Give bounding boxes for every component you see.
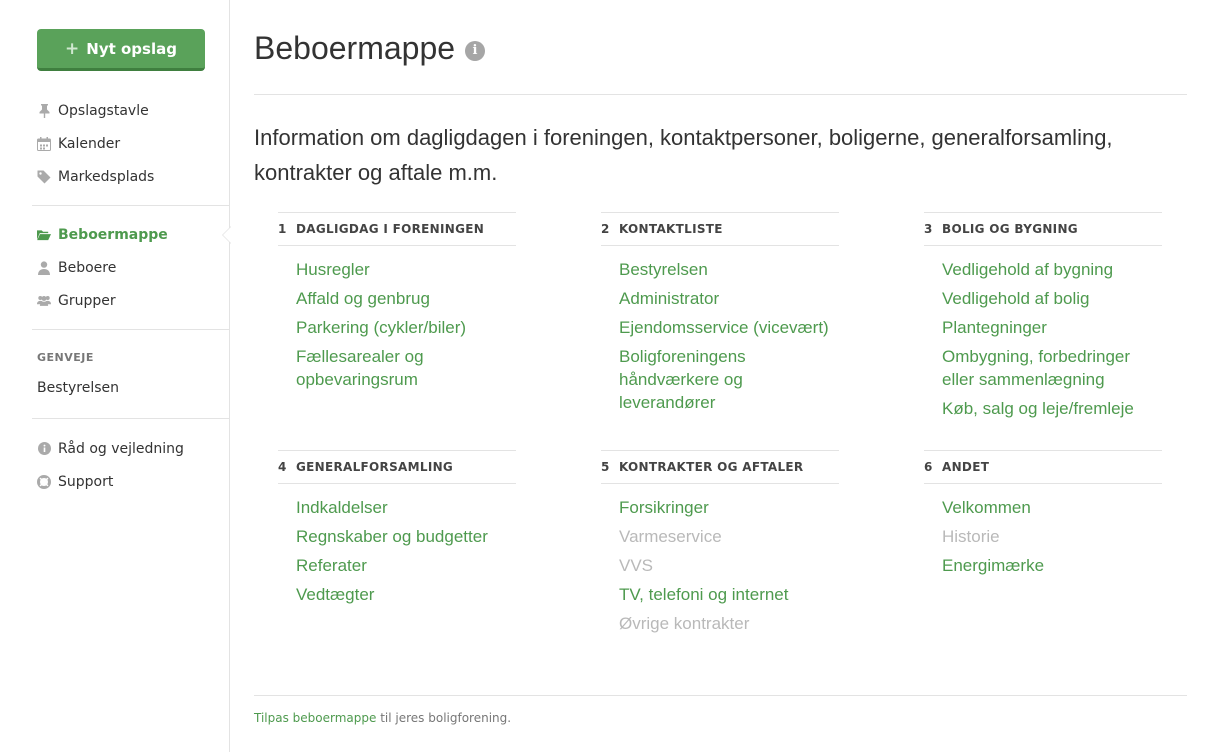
shortcuts-heading: GENVEJE: [37, 351, 94, 364]
section-heading: 2 KONTAKTLISTE: [601, 212, 839, 246]
section-links: Vedligehold af bygning Vedligehold af bol…: [924, 246, 1162, 420]
footer: Tilpas beboermappe til jeres boligforeni…: [254, 711, 511, 725]
section-title: ANDET: [942, 460, 990, 474]
folder-link[interactable]: Forsikringer: [619, 496, 839, 519]
sidebar-item-opslagstavle[interactable]: Opslagstavle: [0, 94, 230, 127]
folder-link: Øvrige kontrakter: [619, 614, 750, 633]
customize-link[interactable]: Tilpas beboermappe: [254, 711, 376, 725]
section-links: Husregler Affald og genbrug Parkering (cyk…: [278, 246, 516, 391]
calendar-icon: [37, 136, 51, 151]
section-2: 2 KONTAKTLISTE Bestyrelsen Administrator Eje…: [601, 212, 839, 420]
section-title: BOLIG OG BYGNING: [942, 222, 1078, 236]
shortcut-bestyrelsen[interactable]: Bestyrelsen: [37, 380, 119, 396]
section-links: Bestyrelsen Administrator Ejendomsservice …: [601, 246, 839, 414]
sidebar-item-grupper[interactable]: Grupper: [0, 284, 230, 317]
section-links: Indkaldelser Regnskaber og budgetter Refer…: [278, 484, 516, 606]
sidebar-item-kalender[interactable]: Kalender: [0, 127, 230, 160]
section-links: Forsikringer Varmeservice VVS TV, telefoni …: [601, 484, 839, 635]
plus-icon: +: [65, 38, 80, 59]
tag-icon: [37, 170, 51, 184]
title-divider: [254, 94, 1187, 95]
folder-link[interactable]: Administrator: [619, 287, 839, 310]
folder-link[interactable]: Plantegninger: [942, 316, 1162, 339]
sidebar-divider: [32, 418, 230, 419]
folder-link[interactable]: Energimærke: [942, 554, 1162, 577]
section-number: 6: [924, 460, 933, 474]
section-title: DAGLIGDAG I FORENINGEN: [296, 222, 485, 236]
sidebar-item-beboermappe[interactable]: Beboermappe: [0, 218, 231, 251]
folder-link[interactable]: Vedligehold af bygning: [942, 258, 1162, 281]
folder-link: Historie: [942, 527, 1000, 546]
info-icon[interactable]: i: [465, 40, 486, 61]
folder-link[interactable]: Affald og genbrug: [296, 287, 516, 310]
section-5: 5 KONTRAKTER OG AFTALER Forsikringer Varmes…: [601, 450, 839, 641]
folder-link[interactable]: Bestyrelsen: [619, 258, 839, 281]
folder-link[interactable]: Husregler: [296, 258, 516, 281]
section-heading: 4 GENERALFORSAMLING: [278, 450, 516, 484]
section-number: 1: [278, 222, 287, 236]
folder-link: VVS: [619, 556, 654, 575]
section-heading: 1 DAGLIGDAG I FORENINGEN: [278, 212, 516, 246]
section-4: 4 GENERALFORSAMLING Indkaldelser Regnskaber…: [278, 450, 516, 612]
section-links: Velkommen Historie Energimærke: [924, 484, 1162, 577]
section-heading: 3 BOLIG OG BYGNING: [924, 212, 1162, 246]
sidebar-divider: [32, 205, 230, 206]
section-number: 5: [601, 460, 610, 474]
sidebar-item-markedsplads[interactable]: Markedsplads: [0, 160, 230, 193]
section-3: 3 BOLIG OG BYGNING Vedligehold af bygning V…: [924, 212, 1162, 426]
nav-group-main: Opslagstavle Kalender Markedsplads: [0, 94, 230, 193]
sidebar-item-support[interactable]: Support: [0, 465, 230, 498]
section-title: KONTAKTLISTE: [619, 222, 723, 236]
section-number: 4: [278, 460, 287, 474]
sidebar-item-raad-og-vejledning[interactable]: Råd og vejledning: [0, 432, 230, 465]
folder-open-icon: [37, 229, 51, 241]
folder-link[interactable]: Parkering (cykler/biler): [296, 316, 516, 339]
user-icon: [37, 260, 51, 275]
folder-link[interactable]: Referater: [296, 554, 516, 577]
folder-link[interactable]: Velkommen: [942, 496, 1162, 519]
new-post-button[interactable]: + Nyt opslag: [37, 29, 205, 71]
intro-text: Information om dagligdagen i foreningen,…: [254, 125, 1113, 185]
section-number: 2: [601, 222, 610, 236]
section-title: KONTRAKTER OG AFTALER: [619, 460, 804, 474]
nav-group-help: Råd og vejledning Support: [0, 432, 230, 498]
sidebar: + Nyt opslag Opslagstavle Kalender Marke…: [0, 0, 231, 752]
section-heading: 5 KONTRAKTER OG AFTALER: [601, 450, 839, 484]
folder-link[interactable]: Vedtægter: [296, 583, 516, 606]
section-heading: 6 ANDET: [924, 450, 1162, 484]
sidebar-divider: [32, 329, 230, 330]
section-number: 3: [924, 222, 933, 236]
folder-link[interactable]: Boligforeningens håndværkere og leverand…: [619, 345, 839, 414]
users-icon: [37, 294, 51, 307]
footer-divider: [254, 695, 1187, 696]
folder-link[interactable]: TV, telefoni og internet: [619, 583, 839, 606]
info-circle-icon: [37, 442, 51, 455]
section-6: 6 ANDET Velkommen Historie Energimærke: [924, 450, 1162, 583]
folder-link[interactable]: Vedligehold af bolig: [942, 287, 1162, 310]
folder-link[interactable]: Fællesarealer og opbevaringsrum: [296, 345, 516, 391]
main-content: Beboermappe i Information om dagligdagen…: [254, 0, 1187, 752]
pushpin-icon: [37, 103, 51, 118]
folder-link: Varmeservice: [619, 527, 722, 546]
folder-link[interactable]: Indkaldelser: [296, 496, 516, 519]
section-title: GENERALFORSAMLING: [296, 460, 454, 474]
section-1: 1 DAGLIGDAG I FORENINGEN Husregler Affald o…: [278, 212, 516, 397]
lifebuoy-icon: [37, 474, 51, 489]
footer-text: til jeres boligforening.: [376, 711, 512, 725]
page-title: Beboermappe i: [254, 30, 486, 67]
folder-link[interactable]: Regnskaber og budgetter: [296, 525, 516, 548]
folder-link[interactable]: Ombygning, forbedringer eller sammenlægn…: [942, 345, 1162, 391]
nav-group-residents: Beboermappe Beboere Grupper: [0, 218, 231, 317]
folder-link[interactable]: Køb, salg og leje/fremleje: [942, 397, 1162, 420]
folder-link[interactable]: Ejendomsservice (vicevært): [619, 316, 839, 339]
sidebar-item-beboere[interactable]: Beboere: [0, 251, 230, 284]
new-post-label: Nyt opslag: [86, 39, 177, 58]
